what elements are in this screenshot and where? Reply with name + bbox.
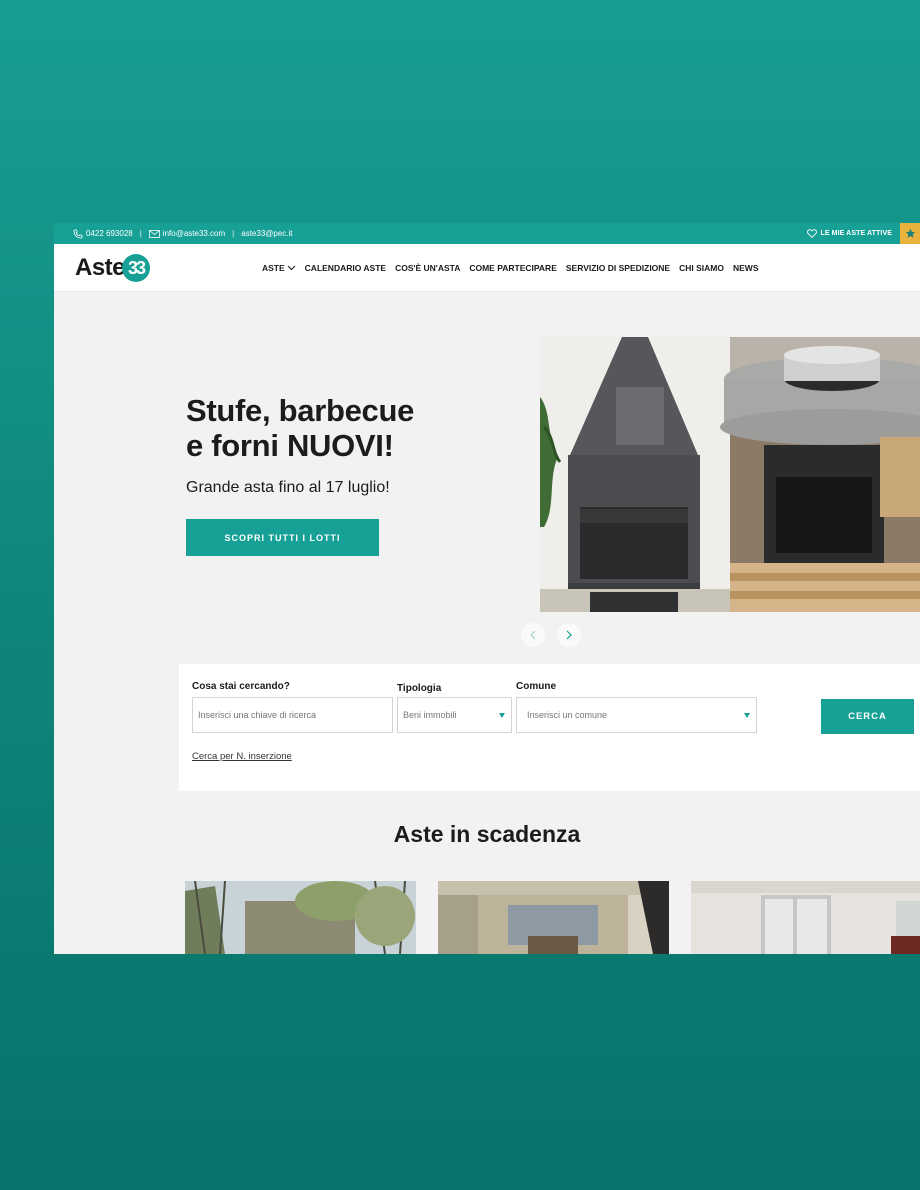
top-contact-bar: 0422 693028 | info@aste33.com | aste33@p… xyxy=(54,223,920,244)
pec-link[interactable]: aste33@pec.it xyxy=(241,229,292,238)
type-select-value: Beni immobili xyxy=(403,710,457,720)
chevron-right-icon xyxy=(566,630,572,640)
hero-slide-image xyxy=(540,337,920,612)
auction-card[interactable] xyxy=(691,881,920,954)
separator: | xyxy=(139,229,142,238)
phone-number: 0422 693028 xyxy=(86,229,133,238)
type-select[interactable]: Beni immobili xyxy=(397,697,512,733)
auction-photo xyxy=(691,881,920,954)
nav-news[interactable]: NEWS xyxy=(733,263,759,273)
my-active-auctions-link[interactable]: LE MIE ASTE ATTIVE xyxy=(807,223,892,244)
favorites-button[interactable] xyxy=(900,223,920,244)
search-by-listing-number-link[interactable]: Cerca per N. inserzione xyxy=(192,751,292,762)
chevron-left-icon xyxy=(530,630,536,640)
caret-down-icon xyxy=(499,713,505,718)
email-address: info@aste33.com xyxy=(162,229,226,238)
mail-icon xyxy=(148,229,160,238)
chevron-down-icon xyxy=(287,265,296,271)
city-select-value: Inserisci un comune xyxy=(527,710,608,720)
keyword-input[interactable] xyxy=(192,697,393,733)
search-button[interactable]: CERCA xyxy=(821,699,914,734)
logo-number: 33 xyxy=(122,254,151,282)
hero-title-line: e forni NUOVI! xyxy=(186,428,394,463)
slider-next-button[interactable] xyxy=(557,623,581,647)
city-label: Comune xyxy=(516,681,556,692)
nav-servizio-spedizione[interactable]: SERVIZIO DI SPEDIZIONE xyxy=(566,263,670,273)
nav-label: ASTE xyxy=(262,263,285,273)
auction-card[interactable] xyxy=(185,881,416,954)
heart-icon xyxy=(807,229,818,238)
my-auctions-label: LE MIE ASTE ATTIVE xyxy=(820,230,892,237)
keyword-input-field[interactable] xyxy=(198,710,392,720)
section-title: Aste in scadenza xyxy=(393,821,581,847)
nav-aste[interactable]: ASTE xyxy=(262,263,296,273)
nav-chi-siamo[interactable]: CHI SIAMO xyxy=(679,263,724,273)
website-screenshot: 0422 693028 | info@aste33.com | aste33@p… xyxy=(54,223,920,954)
star-icon xyxy=(905,228,915,238)
nav-calendario-aste[interactable]: CALENDARIO ASTE xyxy=(305,263,386,273)
phone-link[interactable]: 0422 693028 xyxy=(73,229,133,239)
search-panel: Cosa stai cercando? Tipologia Beni immob… xyxy=(179,664,920,791)
separator: | xyxy=(232,229,235,238)
main-navigation: ASTE CALENDARIO ASTE COS'È UN'ASTA COME … xyxy=(262,244,758,292)
discover-lots-button[interactable]: SCOPRI TUTTI I LOTTI xyxy=(186,519,379,556)
slider-controls xyxy=(521,623,581,647)
site-logo[interactable]: Aste 33 xyxy=(75,254,151,282)
site-header: Aste 33 ASTE CALENDARIO ASTE COS'È UN'AS… xyxy=(54,244,920,292)
contact-info: 0422 693028 | info@aste33.com | aste33@p… xyxy=(54,229,293,239)
pec-address: aste33@pec.it xyxy=(241,229,293,238)
auction-photo xyxy=(185,881,416,954)
phone-icon xyxy=(73,229,83,238)
stove-bbq-photo xyxy=(540,337,920,612)
keyword-label: Cosa stai cercando? xyxy=(192,681,290,692)
hero-subtitle: Grande asta fino al 17 luglio! xyxy=(186,479,390,496)
hero-title-line: Stufe, barbecue xyxy=(186,393,415,428)
auction-card[interactable] xyxy=(438,881,669,954)
logo-word: Aste xyxy=(75,254,126,281)
nav-come-partecipare[interactable]: COME PARTECIPARE xyxy=(469,263,557,273)
nav-cos-e-un-asta[interactable]: COS'È UN'ASTA xyxy=(395,263,460,273)
caret-down-icon xyxy=(744,713,750,718)
type-label: Tipologia xyxy=(397,683,442,694)
email-link[interactable]: info@aste33.com xyxy=(148,229,226,238)
city-select[interactable]: Inserisci un comune xyxy=(516,697,757,733)
slider-prev-button[interactable] xyxy=(521,623,545,647)
auction-photo xyxy=(438,881,669,954)
hero-title: Stufe, barbecue e forni NUOVI! xyxy=(186,393,414,463)
